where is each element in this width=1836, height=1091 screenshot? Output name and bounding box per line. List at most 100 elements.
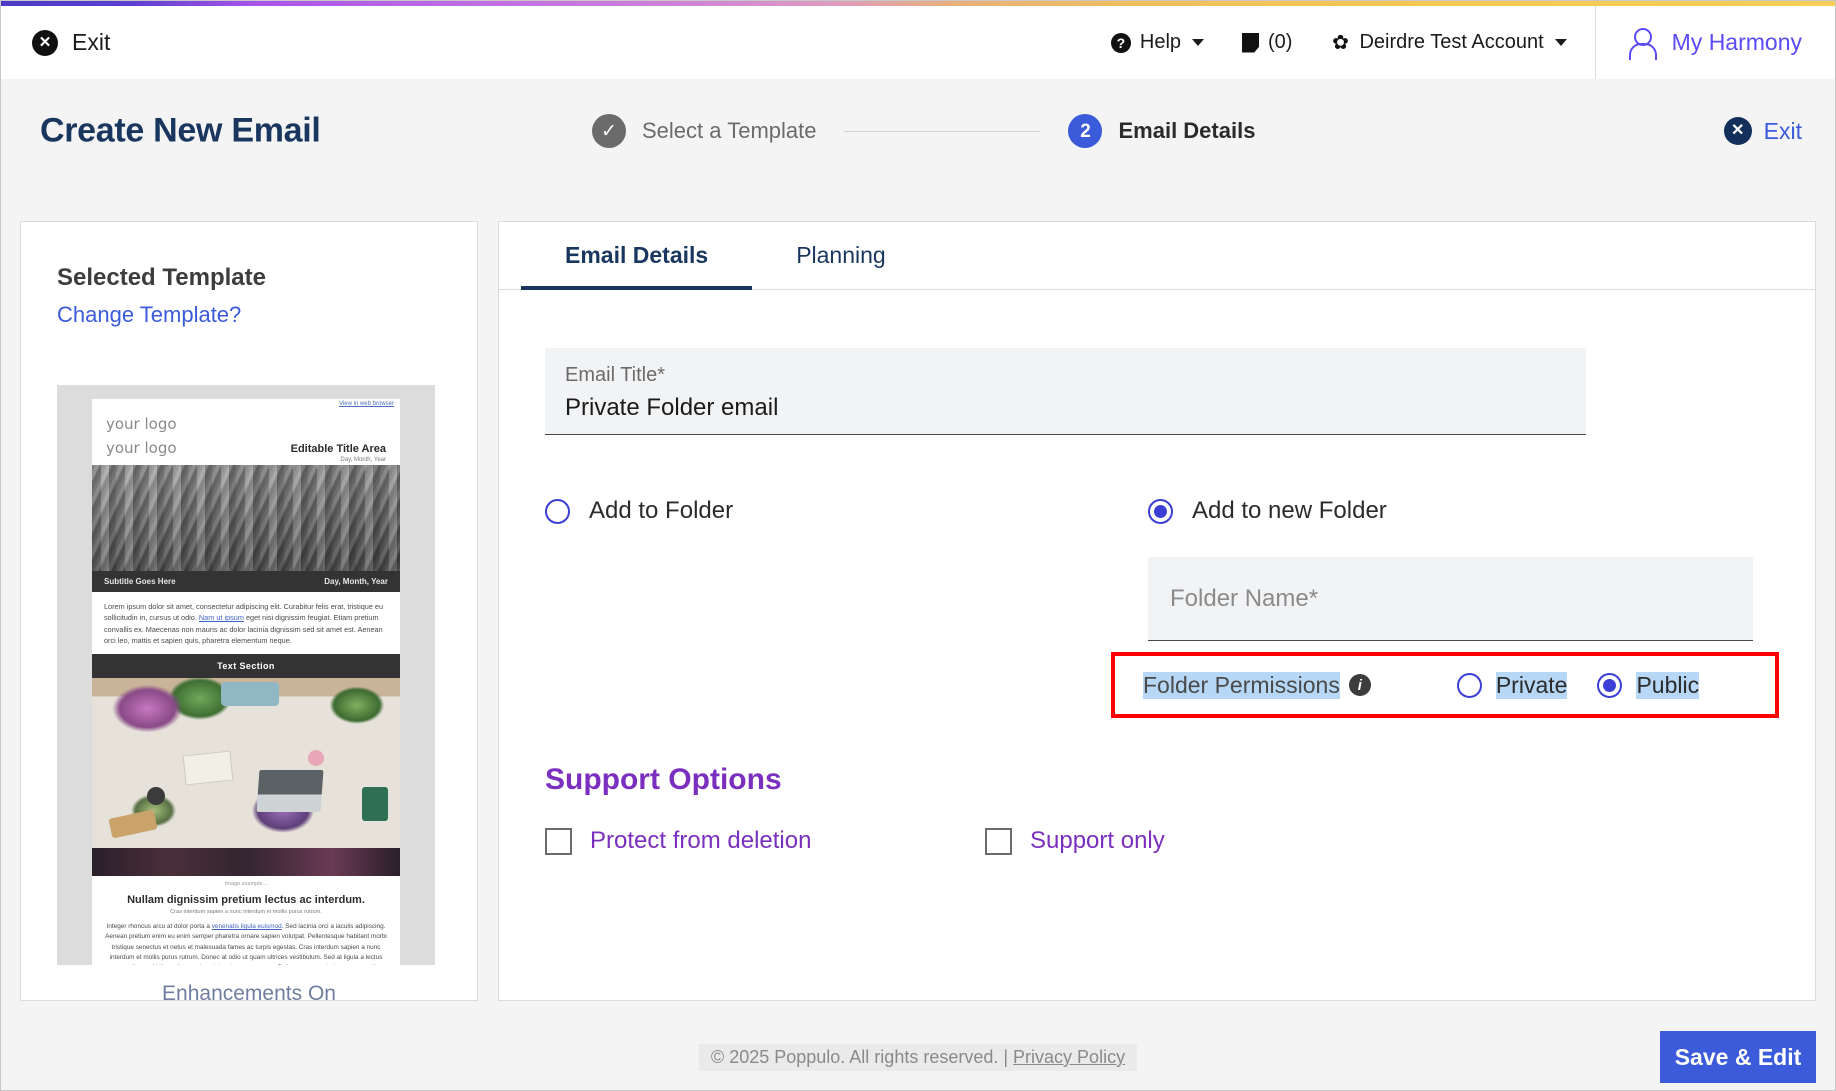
footer: © 2025 Poppulo. All rights reserved. | P… (0, 1026, 1836, 1091)
email-title-field[interactable]: Email Title* Private Folder email (545, 348, 1586, 435)
save-and-edit-button[interactable]: Save & Edit (1660, 1031, 1816, 1083)
check-icon: ✓ (592, 114, 626, 148)
support-options-row: Protect from deletion Support only (545, 827, 1753, 855)
tab-email-details[interactable]: Email Details (521, 222, 753, 290)
template-logo-1: your logo (106, 415, 177, 433)
page-title: Create New Email (40, 111, 321, 150)
selected-template-panel: Selected Template Change Template? View … (20, 221, 478, 1005)
template-photo-plant (361, 786, 388, 821)
step-number-badge: 2 (1068, 114, 1103, 148)
radio-public-control[interactable] (1597, 672, 1623, 698)
step-email-details[interactable]: 2 Email Details (1068, 114, 1255, 148)
radio-add-to-folder[interactable]: Add to Folder (545, 497, 1148, 525)
folder-permissions-label: Folder Permissions (1143, 671, 1340, 699)
selected-template-heading: Selected Template (57, 264, 266, 291)
step-select-template-label: Select a Template (642, 118, 817, 143)
template-section-bar: Text Section (92, 654, 400, 679)
content-area: Selected Template Change Template? View … (0, 183, 1836, 1026)
exit-button-top-label: Exit (72, 29, 111, 55)
email-title-input[interactable]: Private Folder email (565, 394, 1566, 422)
template-thumbnail-content: View in web browser your logo your logo … (92, 399, 400, 965)
checkbox-support-only[interactable]: Support only (985, 827, 1165, 855)
template-photo-pillow (221, 681, 280, 706)
radio-public[interactable]: Public (1597, 671, 1700, 699)
checkbox-support-only-control[interactable] (985, 827, 1012, 855)
header-menu-items: ? Help (0) ✿ Deirdre Test Account (1110, 6, 1595, 79)
template-subtitle: Subtitle Goes Here (104, 577, 176, 586)
template-logo-row-1: your logo (92, 413, 400, 433)
tab-planning[interactable]: Planning (752, 222, 930, 289)
radio-add-to-new-folder-control[interactable] (1148, 498, 1173, 524)
notifications-menu[interactable]: (0) (1242, 31, 1292, 54)
template-title-date: Day, Month, Year (340, 457, 386, 463)
step-select-template[interactable]: ✓ Select a Template (592, 114, 816, 148)
template-editable-title: Editable Title Area (290, 443, 386, 455)
exit-button-top[interactable]: ✕ Exit (32, 29, 110, 56)
template-dark-strip (92, 848, 400, 877)
my-harmony-label: My Harmony (1671, 29, 1802, 55)
checkbox-support-only-label: Support only (1030, 827, 1165, 854)
template-photo-cup (147, 786, 166, 805)
account-menu[interactable]: ✿ Deirdre Test Account (1330, 31, 1567, 54)
radio-add-to-new-folder[interactable]: Add to new Folder (1148, 497, 1753, 525)
email-title-label: Email Title* (565, 364, 666, 386)
radio-public-label: Public (1636, 671, 1700, 699)
header-right-group: ? Help (0) ✿ Deirdre Test Account My Har… (1110, 6, 1836, 79)
step-email-details-label: Email Details (1118, 118, 1256, 143)
template-view-in-browser: View in web browser (339, 401, 394, 407)
template-paragraph-2-link-1[interactable]: venenatis ligula euismod (212, 923, 282, 930)
radio-private[interactable]: Private (1456, 671, 1568, 699)
template-thumbnail[interactable]: View in web browser your logo your logo … (57, 385, 435, 965)
template-photo-image (92, 678, 400, 849)
add-to-new-folder-column: Add to new Folder Folder Name* Folder Pe… (1111, 497, 1779, 718)
help-menu[interactable]: ? Help (1110, 31, 1205, 54)
gear-icon: ✿ (1332, 31, 1349, 54)
my-harmony-link[interactable]: My Harmony (1596, 27, 1836, 60)
template-subtitle-bar: Subtitle Goes Here Day, Month, Year (92, 571, 400, 592)
radio-private-control[interactable] (1456, 672, 1482, 698)
template-image-caption: Image example... (224, 881, 268, 888)
enhancements-status: Enhancements On (162, 982, 336, 1005)
checkbox-protect-from-deletion[interactable]: Protect from deletion (545, 827, 985, 855)
checkbox-protect-from-deletion-control[interactable] (545, 827, 572, 855)
exit-button-stepper[interactable]: ✕ Exit (1723, 117, 1802, 145)
app-root: ✕ Exit ? Help (0) ✿ Deirdre Test Account (0, 0, 1836, 1091)
exit-button-stepper-label: Exit (1763, 117, 1802, 144)
protect-from-deletion-column: Protect from deletion (545, 827, 985, 855)
template-photo-laptop (256, 769, 324, 812)
template-title-block: Editable Title Area Day, Month, Year (291, 443, 400, 465)
radio-add-to-folder-control[interactable] (545, 498, 570, 524)
template-paragraph-1-link[interactable]: Nam ut ipsum (199, 613, 244, 622)
template-paragraph-2-link-2[interactable]: quis tempus (223, 964, 257, 965)
folder-name-placeholder: Folder Name* (1170, 584, 1319, 612)
stepper: ✓ Select a Template 2 Email Details (592, 114, 1255, 148)
template-paragraph-2a: Integer rhoncus arcu at dolor porta a (106, 923, 212, 931)
info-icon[interactable]: i (1348, 674, 1371, 696)
template-photo-roll (108, 809, 159, 839)
chevron-down-icon (1554, 39, 1567, 46)
header-left-group: ✕ Exit (0, 29, 110, 56)
help-menu-label: Help (1139, 31, 1182, 53)
template-hero-image (92, 465, 400, 571)
chevron-down-icon (1192, 39, 1205, 46)
folder-permissions-options: Private Public (1456, 671, 1700, 699)
template-subheading-2: Cras interdum sapien a nunc interdum et … (170, 909, 322, 916)
folder-name-field[interactable]: Folder Name* (1148, 557, 1753, 641)
template-logo-row-2: your logo Editable Title Area Day, Month… (92, 433, 400, 465)
folder-options-row: Add to Folder Add to new Folder Folder N… (545, 497, 1779, 718)
template-photo-flower (307, 749, 324, 766)
privacy-policy-link[interactable]: Privacy Policy (1013, 1047, 1125, 1067)
help-circle-icon: ? (1110, 32, 1131, 53)
add-to-folder-column: Add to Folder (545, 497, 1148, 641)
radio-add-to-new-folder-label: Add to new Folder (1192, 497, 1387, 524)
checkbox-protect-from-deletion-label: Protect from deletion (590, 827, 812, 854)
stepper-bar: Create New Email ✓ Select a Template 2 E… (0, 79, 1836, 183)
top-header: ✕ Exit ? Help (0) ✿ Deirdre Test Account (0, 6, 1836, 79)
tab-bar: Email Details Planning (499, 222, 1815, 290)
copyright-text: © 2025 Poppulo. All rights reserved. | P… (698, 1044, 1138, 1071)
template-heading-2: Nullam dignissim pretium lectus ac inter… (127, 894, 365, 907)
template-logo-2: your logo (106, 439, 177, 457)
change-template-link[interactable]: Change Template? (57, 302, 477, 328)
person-icon (1628, 27, 1657, 60)
folder-permissions-highlight: Folder Permissions i Private Public (1111, 652, 1779, 718)
